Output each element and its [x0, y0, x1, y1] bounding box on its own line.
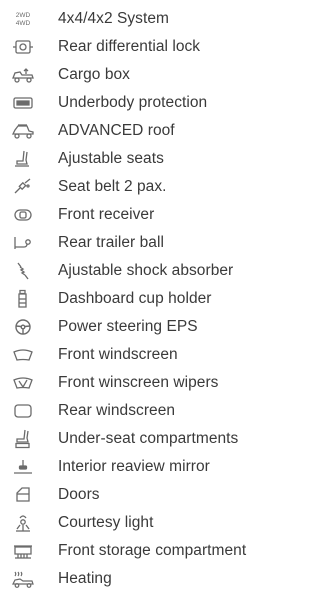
feature-label: Front receiver [58, 206, 155, 223]
feature-label: Rear windscreen [58, 402, 176, 419]
cup-holder-icon [12, 289, 34, 309]
door-icon [12, 485, 34, 505]
feature-item: ADVANCED roof [0, 119, 281, 145]
storage-compartment-icon [12, 541, 34, 561]
feature-label: Front windscreen [58, 346, 178, 363]
feature-label: Courtesy light [58, 514, 154, 531]
front-receiver-icon [12, 205, 34, 225]
rearview-mirror-icon [12, 457, 34, 477]
feature-label: Doors [58, 486, 100, 503]
feature-item: Rear differential lock [0, 35, 281, 61]
feature-label: Underbody protection [58, 94, 208, 111]
rear-windscreen-icon [12, 401, 34, 421]
heating-icon [12, 569, 34, 589]
feature-label: Ajustable seats [58, 150, 164, 167]
2wd-4wd-icon: 2WD 4WD [12, 9, 34, 29]
shock-absorber-icon [12, 261, 34, 281]
feature-label: ADVANCED roof [58, 122, 175, 139]
feature-item: Seat belt 2 pax. [0, 175, 281, 201]
feature-item: Heating [0, 567, 281, 593]
feature-item: Power steering EPS [0, 315, 281, 341]
feature-label: Rear trailer ball [58, 234, 164, 251]
feature-item: Dashboard cup holder [0, 287, 281, 313]
courtesy-light-icon [12, 513, 34, 533]
feature-label: Dashboard cup holder [58, 290, 212, 307]
differential-lock-icon [12, 37, 34, 57]
feature-label: Interior reaview mirror [58, 458, 210, 475]
feature-item: Rear windscreen [0, 399, 281, 425]
feature-item: Front winscreen wipers [0, 371, 281, 397]
feature-label: Front storage compartment [58, 542, 247, 559]
feature-item: Ajustable seats [0, 147, 281, 173]
front-windscreen-icon [12, 345, 34, 365]
wiper-icon [12, 373, 34, 393]
feature-item: Doors [0, 483, 281, 509]
seat-belt-icon [12, 177, 34, 197]
feature-item: Front storage compartment [0, 539, 281, 565]
feature-label: Seat belt 2 pax. [58, 178, 167, 195]
feature-label: Under-seat compartments [58, 430, 239, 447]
feature-item: Front receiver [0, 203, 281, 229]
roof-icon [12, 121, 34, 141]
feature-item: Front windscreen [0, 343, 281, 369]
underbody-protection-icon [12, 93, 34, 113]
feature-item: Cargo box [0, 63, 281, 89]
feature-item: Interior reaview mirror [0, 455, 281, 481]
feature-label: Ajustable shock absorber [58, 262, 234, 279]
under-seat-compartment-icon [12, 429, 34, 449]
feature-item: 2WD 4WD 4x4/4x2 System [0, 7, 281, 33]
steering-wheel-icon [12, 317, 34, 337]
feature-item: Ajustable shock absorber [0, 259, 281, 285]
feature-list: 2WD 4WD 4x4/4x2 System Rear differential … [0, 0, 281, 598]
cargo-box-icon [12, 65, 34, 85]
svg-text:4WD: 4WD [16, 20, 31, 27]
feature-item: Rear trailer ball [0, 231, 281, 257]
trailer-ball-icon [12, 233, 34, 253]
feature-label: Rear differential lock [58, 38, 201, 55]
feature-label: Cargo box [58, 66, 130, 83]
feature-label: Heating [58, 570, 112, 587]
feature-item: Courtesy light [0, 511, 281, 537]
feature-label: Front winscreen wipers [58, 374, 219, 391]
seat-icon [12, 149, 34, 169]
feature-item: Underbody protection [0, 91, 281, 117]
feature-label: 4x4/4x2 System [58, 10, 169, 27]
feature-item: Under-seat compartments [0, 427, 281, 453]
svg-text:2WD: 2WD [16, 12, 31, 19]
feature-label: Power steering EPS [58, 318, 198, 335]
